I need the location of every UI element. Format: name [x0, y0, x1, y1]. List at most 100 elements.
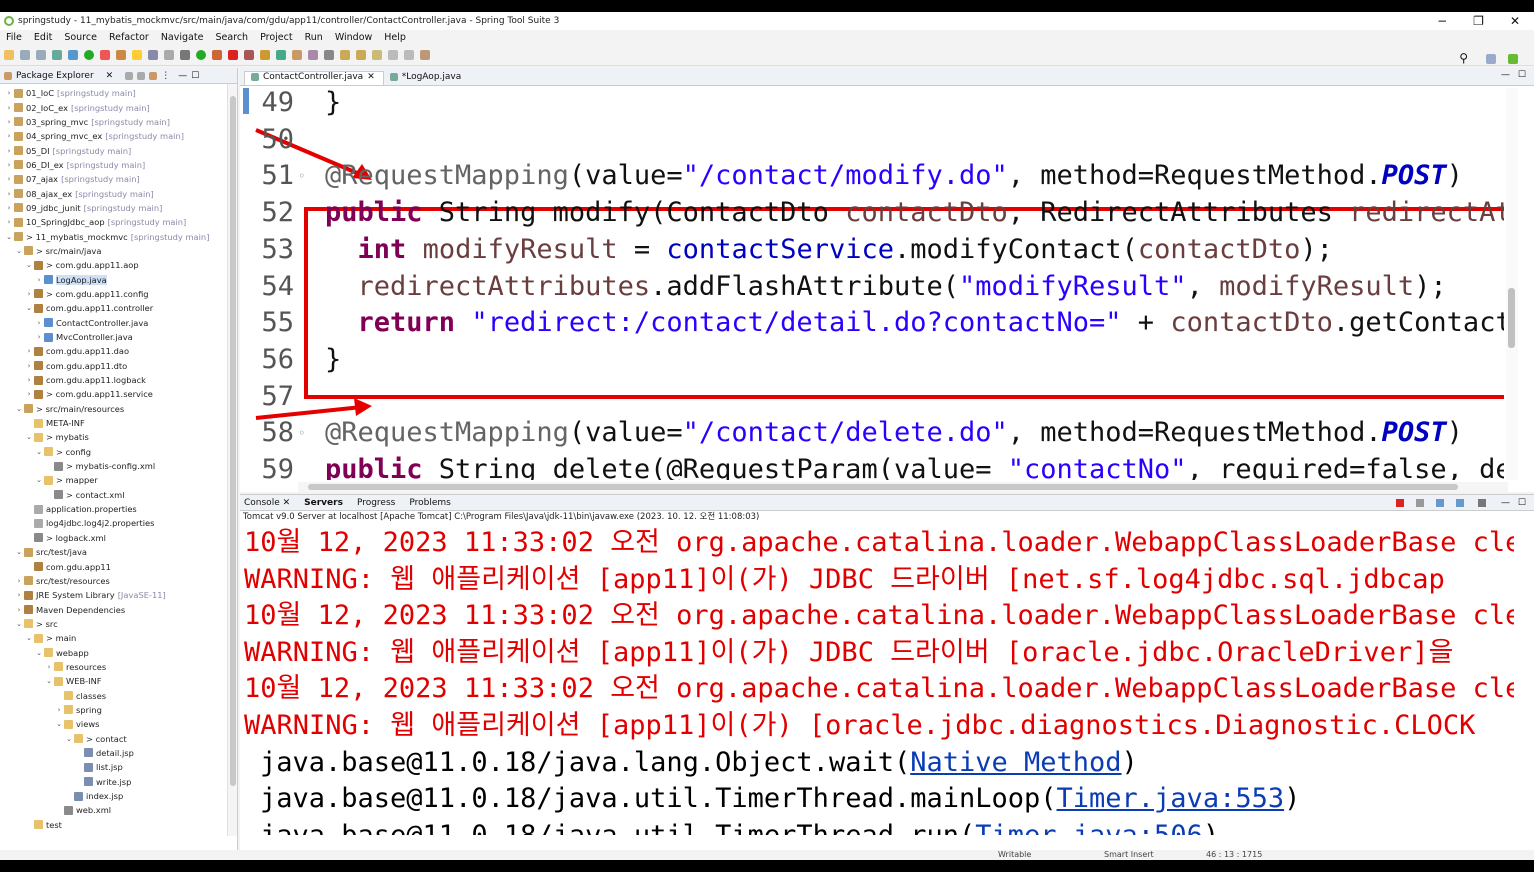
expanded-chevron-icon[interactable]: ⌄	[34, 448, 44, 456]
menu-project[interactable]: Project	[260, 32, 293, 43]
tree-item[interactable]: ⌄ > config	[0, 445, 237, 459]
expanded-chevron-icon[interactable]: ⌄	[14, 548, 24, 556]
focus-icon[interactable]	[149, 71, 158, 80]
tree-item[interactable]: › 10_SpringJdbc_aop [springstudy main]	[0, 215, 237, 229]
collapsed-chevron-icon[interactable]: ›	[24, 362, 34, 370]
tree-item[interactable]: › 05_DI [springstudy main]	[0, 143, 237, 157]
collapsed-chevron-icon[interactable]: ›	[34, 276, 44, 284]
tree-item[interactable]: ⌄ > main	[0, 631, 237, 645]
editor-maximize-icon[interactable]: ☐	[1518, 70, 1526, 80]
console-minimize-icon[interactable]: —	[1501, 498, 1510, 508]
tree-item[interactable]: > mybatis-config.xml	[0, 459, 237, 473]
expanded-chevron-icon[interactable]: ⌄	[54, 720, 64, 728]
tree-item[interactable]: › spring	[0, 703, 237, 717]
open-folder-icon[interactable]	[292, 49, 302, 60]
package-explorer-tab[interactable]: Package Explorer	[16, 71, 94, 81]
tree-item[interactable]: › JRE System Library [JavaSE-11]	[0, 588, 237, 602]
tree-item[interactable]: ⌄ > contact	[0, 731, 237, 745]
view-menu-icon[interactable]: ⋮	[161, 71, 170, 81]
tree-item[interactable]: ⌄ src/test/java	[0, 545, 237, 559]
collapsed-chevron-icon[interactable]: ›	[4, 190, 14, 198]
new-class-icon[interactable]	[276, 49, 286, 60]
terminate-icon[interactable]	[1396, 498, 1404, 507]
collapsed-chevron-icon[interactable]: ›	[4, 89, 14, 97]
package-explorer-scrollbar[interactable]	[227, 84, 237, 836]
close-button[interactable]: ✕	[1510, 12, 1520, 30]
tree-item[interactable]: com.gdu.app11	[0, 559, 237, 573]
maximize-button[interactable]: ❐	[1473, 12, 1484, 30]
expanded-chevron-icon[interactable]: ⌄	[4, 233, 14, 241]
tree-item[interactable]: ⌄ views	[0, 717, 237, 731]
expanded-chevron-icon[interactable]: ⌄	[64, 735, 74, 743]
minimize-button[interactable]: −	[1437, 12, 1447, 30]
last-edit-icon[interactable]	[372, 49, 382, 60]
tab-log-aop[interactable]: *LogAop.java	[384, 72, 470, 85]
console-output[interactable]: 10월 12, 2023 11:33:02 오전 org.apache.cata…	[244, 525, 1514, 835]
show-whitespace-icon[interactable]	[164, 49, 174, 60]
tree-item[interactable]: test	[0, 818, 237, 832]
link-with-editor-icon[interactable]	[137, 71, 146, 80]
display-console-icon[interactable]	[1478, 498, 1486, 507]
menu-search[interactable]: Search	[215, 32, 248, 43]
tree-item[interactable]: › com.gdu.app11.dao	[0, 344, 237, 358]
stack-trace-link[interactable]: Timer.java:553	[1057, 783, 1285, 814]
editor-horizontal-scrollbar[interactable]	[298, 482, 1508, 492]
external-tools-icon[interactable]	[212, 49, 222, 60]
code-area[interactable]: 49} 50 51 ◦ @RequestMapping(value="/contact/…	[240, 88, 1504, 480]
new-package-icon[interactable]	[260, 49, 270, 60]
skip-breakpoints-icon[interactable]	[68, 49, 78, 60]
tab-console[interactable]: Console ✕	[244, 498, 290, 508]
new-java-project-icon[interactable]	[244, 49, 254, 60]
stack-trace-link[interactable]: Native Method	[910, 747, 1121, 778]
tree-item[interactable]: ⌄ > mybatis	[0, 430, 237, 444]
collapsed-chevron-icon[interactable]: ›	[4, 104, 14, 112]
collapsed-chevron-icon[interactable]: ›	[4, 132, 14, 140]
perspective-icon[interactable]	[1486, 54, 1496, 64]
tree-item[interactable]: › LogAop.java	[0, 272, 237, 286]
tree-item[interactable]: › 07_ajax [springstudy main]	[0, 172, 237, 186]
refresh-icon[interactable]	[100, 49, 110, 60]
tree-item[interactable]: ⌄ webapp	[0, 645, 237, 659]
tree-item[interactable]: › 03_spring_mvc [springstudy main]	[0, 115, 237, 129]
menu-run[interactable]: Run	[305, 32, 323, 43]
stack-trace-link[interactable]: Timer.java:506	[975, 820, 1203, 835]
tree-item[interactable]: › 01_IoC [springstudy main]	[0, 86, 237, 100]
collapsed-chevron-icon[interactable]: ›	[54, 706, 64, 714]
expanded-chevron-icon[interactable]: ⌄	[24, 304, 34, 312]
print-icon[interactable]	[52, 49, 62, 60]
remove-launch-icon[interactable]	[1416, 498, 1424, 507]
tree-item[interactable]: › 09_jdbc_junit [springstudy main]	[0, 201, 237, 215]
next-annotation-icon[interactable]	[340, 49, 350, 60]
tree-item[interactable]: classes	[0, 688, 237, 702]
menu-help[interactable]: Help	[384, 32, 406, 43]
tree-item[interactable]: ⌄ com.gdu.app11.controller	[0, 301, 237, 315]
collapsed-chevron-icon[interactable]: ›	[4, 204, 14, 212]
tree-item[interactable]: web.xml	[0, 803, 237, 817]
tree-item[interactable]: › Maven Dependencies	[0, 602, 237, 616]
collapsed-chevron-icon[interactable]: ›	[4, 218, 14, 226]
collapsed-chevron-icon[interactable]: ›	[44, 663, 54, 671]
menu-edit[interactable]: Edit	[34, 32, 52, 43]
tree-item[interactable]: › 02_IoC_ex [springstudy main]	[0, 100, 237, 114]
spring-perspective-icon[interactable]	[1508, 54, 1518, 64]
tree-item[interactable]: > contact.xml	[0, 488, 237, 502]
minimize-view-icon[interactable]: —	[178, 71, 187, 81]
tree-item[interactable]: › > com.gdu.app11.service	[0, 387, 237, 401]
tree-item[interactable]: application.properties	[0, 502, 237, 516]
tree-item[interactable]: › 04_spring_mvc_ex [springstudy main]	[0, 129, 237, 143]
fold-marker-icon[interactable]: ◦	[298, 169, 305, 183]
expanded-chevron-icon[interactable]: ⌄	[24, 261, 34, 269]
expanded-chevron-icon[interactable]: ⌄	[24, 433, 34, 441]
tree-item[interactable]: ⌄ > 11_mybatis_mockmvc [springstudy main]	[0, 229, 237, 243]
stop-icon[interactable]	[228, 49, 238, 60]
tab-progress[interactable]: Progress	[357, 498, 395, 508]
search-icon[interactable]: ⚲	[1459, 51, 1468, 65]
debug-icon[interactable]	[180, 49, 190, 60]
tree-item[interactable]: > logback.xml	[0, 531, 237, 545]
menu-navigate[interactable]: Navigate	[161, 32, 204, 43]
collapse-all-icon[interactable]	[125, 71, 134, 80]
tree-item[interactable]: log4jdbc.log4j2.properties	[0, 516, 237, 530]
console-maximize-icon[interactable]: ☐	[1518, 498, 1526, 508]
close-tab-icon[interactable]: ✕	[367, 72, 375, 82]
menu-file[interactable]: File	[6, 32, 22, 43]
